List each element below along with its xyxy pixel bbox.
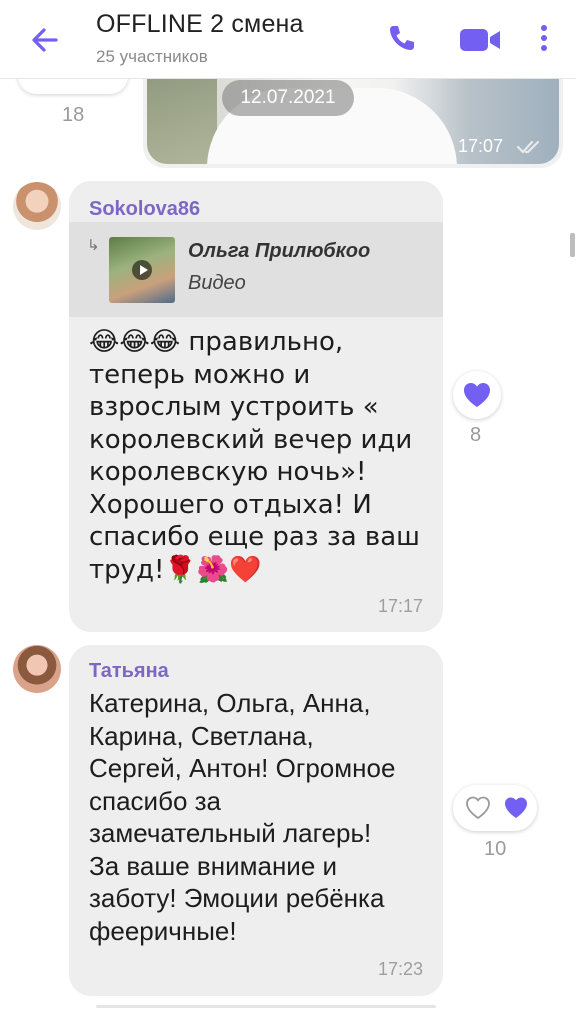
double-check-icon: [516, 140, 540, 154]
avatar[interactable]: [13, 645, 61, 693]
more-vertical-icon[interactable]: [532, 20, 556, 56]
phone-icon[interactable]: [384, 20, 420, 56]
message-bubble[interactable]: Sokolova86 ↳ Ольга Прилюбкоо Видео 😂😂😂 п…: [69, 181, 443, 632]
reaction-count: 10: [484, 838, 507, 860]
quoted-type: Видео: [188, 272, 246, 294]
sender-name[interactable]: Sokolova86: [89, 198, 200, 221]
sender-name[interactable]: Татьяна: [89, 660, 169, 683]
next-message-edge: [96, 1005, 436, 1008]
reaction-count: 18: [62, 104, 85, 126]
reply-arrow-icon: ↳: [87, 237, 100, 254]
quoted-author: Ольга Прилюбкоо: [188, 240, 371, 262]
heart-outline-icon[interactable]: [459, 789, 497, 827]
reaction-pill[interactable]: [453, 785, 537, 831]
avatar[interactable]: [13, 182, 61, 230]
heart-icon: [464, 383, 490, 407]
message-time: 17:07: [458, 136, 504, 156]
participants-count[interactable]: 25 участников: [96, 47, 208, 67]
play-icon: [132, 260, 152, 280]
quoted-message[interactable]: ↳ Ольга Прилюбкоо Видео: [69, 222, 443, 317]
heart-icon: [505, 797, 527, 818]
video-camera-icon[interactable]: [458, 22, 502, 58]
back-arrow-icon[interactable]: [26, 20, 66, 60]
date-separator: 12.07.2021: [222, 80, 354, 116]
message-text: 😂😂😂 правильно, теперь можно и взрослым у…: [89, 327, 420, 585]
video-thumbnail[interactable]: [109, 237, 175, 303]
chat-title[interactable]: OFFLINE 2 смена: [96, 10, 304, 39]
reaction-count: 8: [470, 424, 482, 446]
like-button[interactable]: [453, 371, 501, 419]
message-time: 17:23: [377, 959, 423, 979]
message-text: Катерина, Ольга, Анна, Карина, Светлана,…: [89, 688, 396, 946]
chat-header: OFFLINE 2 смена 25 участников: [0, 0, 576, 79]
scrollbar[interactable]: [570, 233, 575, 257]
message-time: 17:17: [377, 596, 423, 616]
message-bubble[interactable]: Татьяна Катерина, Ольга, Анна, Карина, С…: [69, 645, 443, 996]
